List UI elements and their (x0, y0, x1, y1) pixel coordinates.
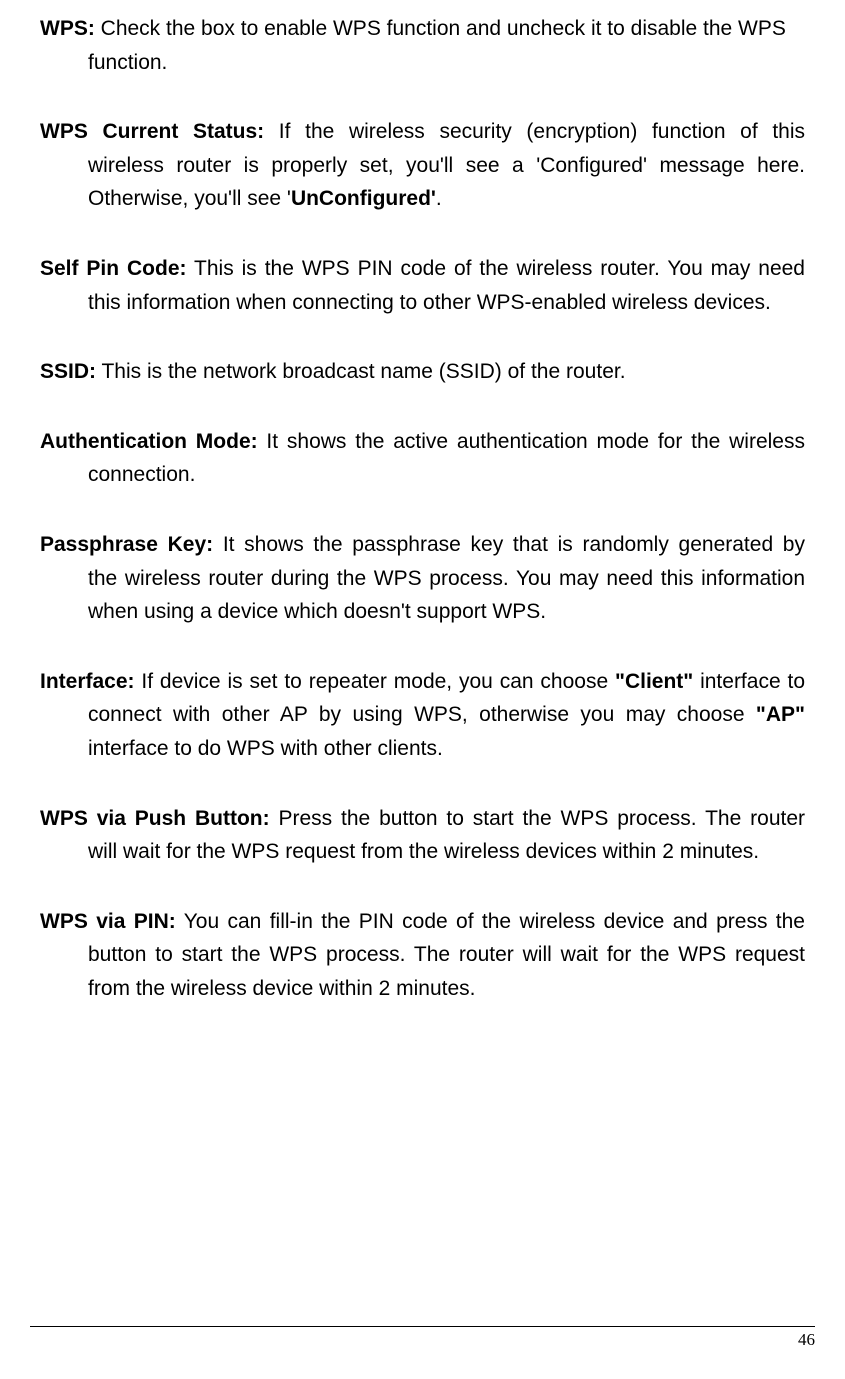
definition-passphrase: Passphrase Key: It shows the passphrase … (40, 528, 805, 629)
wps-status-l3-bold: UnConfigured' (291, 187, 436, 210)
definition-interface: Interface: If device is set to repeater … (40, 665, 805, 766)
definition-wps: WPS: Check the box to enable WPS functio… (40, 12, 805, 79)
passphrase-line2: the wireless router during the WPS proce… (40, 562, 805, 596)
text-passphrase-l1: It shows the passphrase key that is rand… (213, 533, 805, 556)
definition-wps-status: WPS Current Status: If the wireless secu… (40, 115, 805, 216)
text-wps-pin-l1: You can fill-in the PIN code of the wire… (176, 910, 805, 933)
term-passphrase: Passphrase Key: (40, 533, 213, 556)
text-wps-status-l1: If the wireless security (encryption) fu… (264, 120, 805, 143)
auth-mode-line2: connection. (40, 458, 805, 492)
wps-push-line2: will wait for the WPS request from the w… (40, 835, 805, 869)
wps-pin-line1: WPS via PIN: You can fill-in the PIN cod… (40, 905, 805, 939)
wps-pin-line2: button to start the WPS process. The rou… (40, 938, 805, 972)
term-interface: Interface: (40, 670, 135, 693)
text-wps-line2: function. (40, 46, 805, 80)
interface-bold1: "Client" (615, 670, 693, 693)
term-ssid: SSID: (40, 360, 96, 383)
definition-auth-mode: Authentication Mode: It shows the active… (40, 425, 805, 492)
page-number: 46 (798, 1326, 815, 1353)
passphrase-line1: Passphrase Key: It shows the passphrase … (40, 528, 805, 562)
term-wps-pin: WPS via PIN: (40, 910, 176, 933)
interface-pre1: If device is set to repeater mode, you c… (135, 670, 615, 693)
wps-pin-line3: from the wireless device within 2 minute… (40, 972, 805, 1006)
self-pin-line1: Self Pin Code: This is the WPS PIN code … (40, 252, 805, 286)
term-wps-status: WPS Current Status: (40, 120, 264, 143)
interface-line2pre: connect with other AP by using WPS, othe… (88, 703, 756, 726)
text-self-pin-l1: This is the WPS PIN code of the wireless… (187, 257, 805, 280)
wps-status-l3-after: . (436, 187, 442, 210)
wps-status-line1: WPS Current Status: If the wireless secu… (40, 115, 805, 149)
passphrase-line3: when using a device which doesn't suppor… (40, 595, 805, 629)
footer-divider (30, 1326, 815, 1327)
text-wps-line1: Check the box to enable WPS function and… (95, 17, 786, 40)
interface-line2: connect with other AP by using WPS, othe… (40, 698, 805, 732)
definition-ssid: SSID: This is the network broadcast name… (40, 355, 805, 389)
definition-wps-pin: WPS via PIN: You can fill-in the PIN cod… (40, 905, 805, 1006)
wps-status-line3: Otherwise, you'll see 'UnConfigured'. (40, 182, 805, 216)
text-wps-push-l1: Press the button to start the WPS proces… (270, 807, 805, 830)
interface-line3: interface to do WPS with other clients. (40, 732, 805, 766)
term-wps-push: WPS via Push Button: (40, 807, 270, 830)
self-pin-line2: this information when connecting to othe… (40, 286, 805, 320)
interface-line1: Interface: If device is set to repeater … (40, 665, 805, 699)
term-self-pin: Self Pin Code: (40, 257, 187, 280)
wps-push-line1: WPS via Push Button: Press the button to… (40, 802, 805, 836)
interface-bold2: "AP" (756, 703, 805, 726)
interface-post1: interface to (693, 670, 805, 693)
term-wps: WPS: (40, 17, 95, 40)
definition-self-pin: Self Pin Code: This is the WPS PIN code … (40, 252, 805, 319)
wps-status-l3-pre: Otherwise, you'll see ' (88, 187, 291, 210)
wps-status-line2: wireless router is properly set, you'll … (40, 149, 805, 183)
text-auth-mode-l1: It shows the active authentication mode … (258, 430, 805, 453)
auth-mode-line1: Authentication Mode: It shows the active… (40, 425, 805, 459)
definition-wps-push: WPS via Push Button: Press the button to… (40, 802, 805, 869)
term-auth-mode: Authentication Mode: (40, 430, 258, 453)
text-ssid: This is the network broadcast name (SSID… (96, 360, 626, 383)
document-body: WPS: Check the box to enable WPS functio… (40, 12, 805, 1005)
